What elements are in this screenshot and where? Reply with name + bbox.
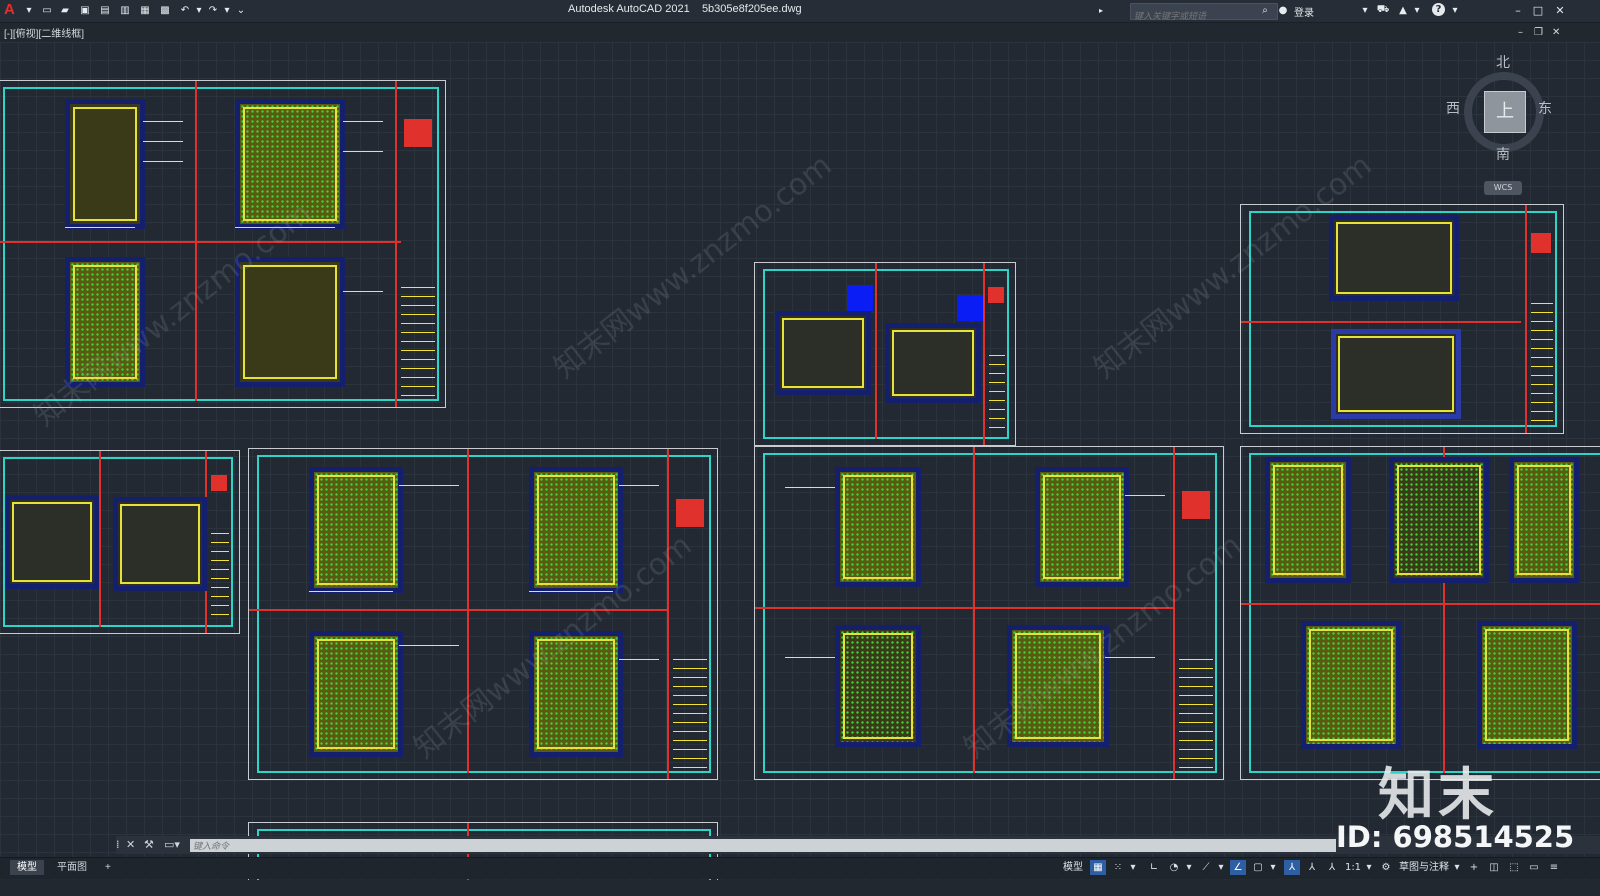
undo-dropdown-icon[interactable]: ▾: [192, 3, 206, 17]
compass-west[interactable]: 西: [1446, 98, 1460, 118]
brand-logo-watermark: 知末: [1378, 763, 1498, 828]
file-name: 5b305e8f205ee.dwg: [701, 3, 802, 15]
search-expand-icon[interactable]: ▸: [1094, 3, 1108, 17]
isodraft-icon[interactable]: ⟋: [1198, 860, 1214, 875]
clean-screen-icon[interactable]: ▭: [1526, 860, 1542, 875]
app-menu-chevron-icon[interactable]: ▾: [22, 3, 36, 17]
annotation-scale-icon[interactable]: ⅄: [1324, 860, 1340, 875]
snap-mode-icon[interactable]: ⁙: [1110, 860, 1126, 875]
plot-preview-icon[interactable]: ▥: [118, 3, 132, 17]
grid-toggle-icon[interactable]: ▦: [1090, 860, 1106, 875]
drawing-minimize-icon[interactable]: –: [1518, 27, 1523, 38]
auto-scale-icon[interactable]: ⅄: [1304, 860, 1320, 875]
isolate-objects-icon[interactable]: ◫: [1486, 860, 1502, 875]
annotation-scale-value[interactable]: 1:1: [1342, 860, 1364, 875]
wcs-menu[interactable]: WCS: [1484, 181, 1522, 195]
customize-toolbar-icon[interactable]: ⌄: [234, 3, 248, 17]
autocad-logo-icon[interactable]: A: [4, 2, 18, 18]
save-as-icon[interactable]: ▤: [98, 3, 112, 17]
recent-commands-icon[interactable]: ▭▾: [164, 838, 180, 851]
workspace-gear-icon[interactable]: ⚙: [1378, 860, 1394, 875]
redo-dropdown-icon[interactable]: ▾: [220, 3, 234, 17]
drawing-sheet[interactable]: [248, 448, 718, 780]
cart-icon[interactable]: ⛟: [1376, 3, 1390, 17]
viewcube[interactable]: 上 北 南 东 西: [1446, 55, 1558, 166]
login-link[interactable]: 登录: [1294, 4, 1314, 19]
workspace-switch[interactable]: 草图与注释: [1396, 860, 1452, 875]
snap-dropdown-icon[interactable]: ▾: [1128, 860, 1138, 875]
close-icon[interactable]: ✕: [1552, 3, 1568, 19]
polar-tracking-icon[interactable]: ◔: [1166, 860, 1182, 875]
tab-model[interactable]: 模型: [10, 860, 44, 875]
search-input[interactable]: [1131, 8, 1277, 24]
drawing-restore-icon[interactable]: ❐: [1534, 27, 1543, 38]
drawing-close-icon[interactable]: ✕: [1552, 27, 1560, 38]
ortho-mode-icon[interactable]: ∟: [1146, 860, 1162, 875]
redo-icon[interactable]: ↷: [206, 3, 220, 17]
new-file-icon[interactable]: ▭: [40, 3, 54, 17]
isodraft-dropdown-icon[interactable]: ▾: [1216, 860, 1226, 875]
polar-dropdown-icon[interactable]: ▾: [1184, 860, 1194, 875]
drawing-canvas[interactable]: 知末网www.znzmo.com 知末网www.znzmo.com 知末网www…: [0, 42, 1600, 880]
customization-menu-icon[interactable]: ≡: [1546, 860, 1562, 875]
save-icon[interactable]: ▣: [78, 3, 92, 17]
osnap-dropdown-icon[interactable]: ▾: [1268, 860, 1278, 875]
maximize-icon[interactable]: □: [1530, 3, 1546, 19]
add-layout-tab[interactable]: +: [98, 860, 118, 875]
annotation-visibility-icon[interactable]: ⅄: [1284, 860, 1300, 875]
help-dropdown-icon[interactable]: ▾: [1448, 3, 1462, 17]
print-icon[interactable]: ▩: [158, 3, 172, 17]
undo-icon[interactable]: ↶: [178, 3, 192, 17]
object-snap-icon[interactable]: ▢: [1250, 860, 1266, 875]
drawing-sheet[interactable]: [0, 450, 240, 634]
window-title: Autodesk AutoCAD 2021 5b305e8f205ee.dwg: [568, 3, 802, 15]
app-name: Autodesk AutoCAD 2021: [568, 3, 690, 15]
tab-layout-plan[interactable]: 平面图: [50, 860, 94, 875]
customize-wrench-icon[interactable]: ⚒: [144, 838, 154, 851]
compass-north[interactable]: 北: [1496, 52, 1510, 72]
add-icon[interactable]: +: [1466, 860, 1482, 875]
scale-dropdown-icon[interactable]: ▾: [1364, 860, 1374, 875]
compass-south[interactable]: 南: [1496, 144, 1510, 164]
minimize-icon[interactable]: –: [1510, 3, 1526, 19]
search-box[interactable]: [1130, 3, 1278, 24]
id-watermark: ID: 698514525: [1336, 820, 1575, 854]
command-input[interactable]: [190, 839, 1336, 852]
model-space-button[interactable]: 模型: [1060, 860, 1086, 875]
title-bar: A ▾ ▭ ▰ ▣ ▤ ▥ ▦ ▩ ↶ ▾ ↷ ▾ ⌄ Autodesk Aut…: [0, 0, 1600, 24]
search-icon[interactable]: ⌕: [1258, 3, 1272, 17]
help-icon[interactable]: ?: [1432, 3, 1445, 16]
login-dropdown-icon[interactable]: ▾: [1358, 3, 1372, 17]
viewport-controls-label[interactable]: [-][俯视][二维线框]: [4, 25, 84, 40]
object-snap-tracking-icon[interactable]: ∠: [1230, 860, 1246, 875]
viewcube-top-face[interactable]: 上: [1484, 91, 1526, 133]
workspace-dropdown-icon[interactable]: ▾: [1452, 860, 1462, 875]
hardware-acceleration-icon[interactable]: ⬚: [1506, 860, 1522, 875]
open-folder-icon[interactable]: ▰: [58, 3, 72, 17]
drawing-sheet[interactable]: [1240, 446, 1600, 780]
compass-east[interactable]: 东: [1538, 98, 1552, 118]
autodesk-a360-icon[interactable]: ▲: [1396, 3, 1410, 17]
a360-dropdown-icon[interactable]: ▾: [1410, 3, 1424, 17]
command-grip-icon[interactable]: ⁞: [116, 838, 120, 851]
user-icon[interactable]: ●: [1276, 3, 1290, 17]
drawing-sheet[interactable]: [754, 262, 1016, 446]
publish-icon[interactable]: ▦: [138, 3, 152, 17]
command-close-icon[interactable]: ✕: [126, 838, 135, 851]
